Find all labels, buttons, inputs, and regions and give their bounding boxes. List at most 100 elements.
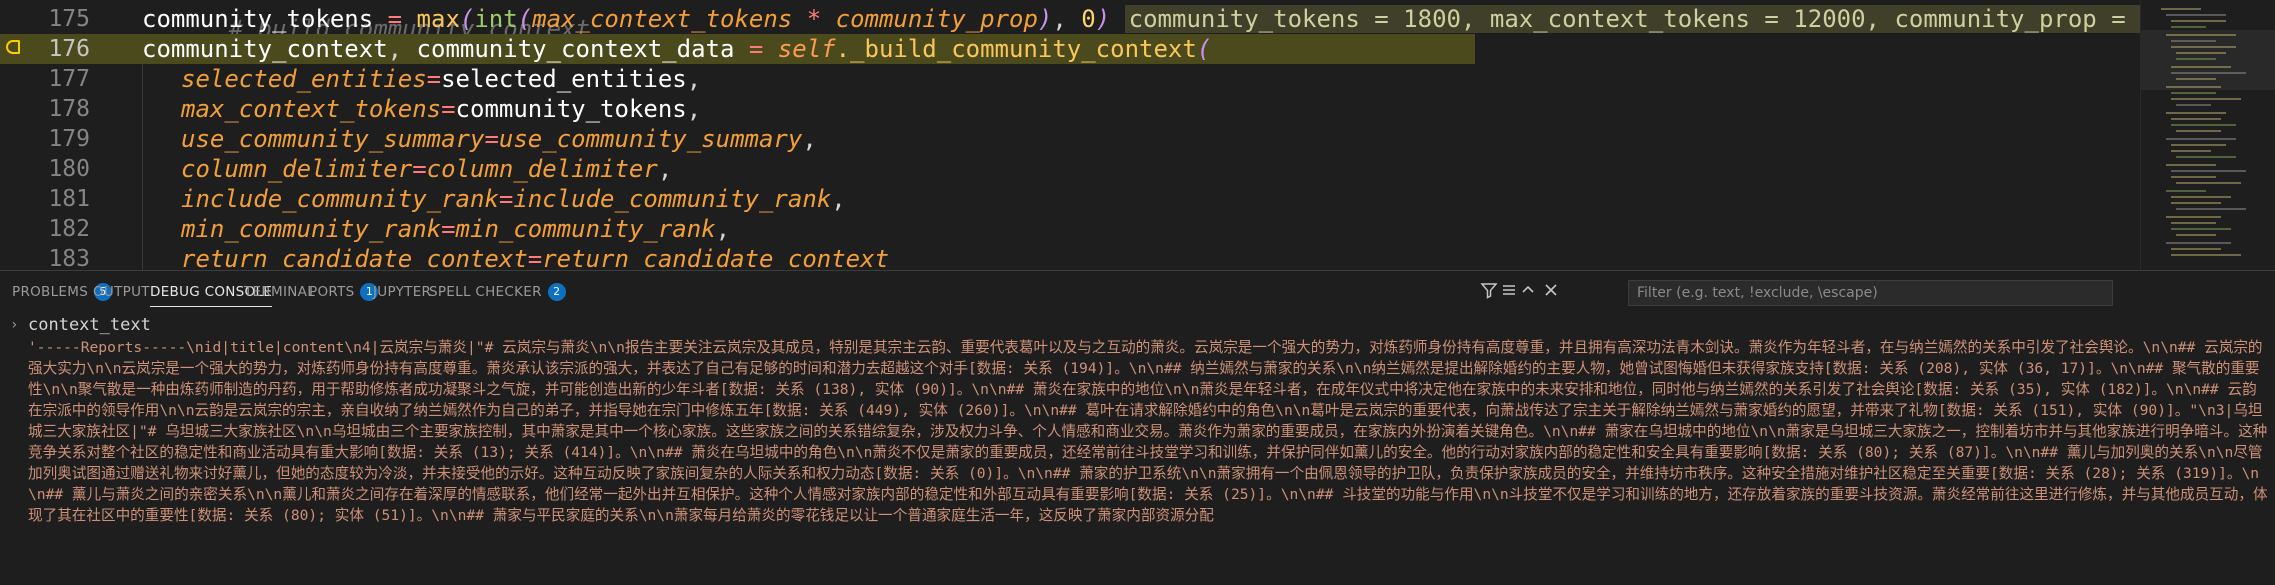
code-line[interactable]: 180 column_delimiter=column_delimiter,	[0, 154, 2140, 184]
minimap-line	[2166, 112, 2226, 114]
code-token: =	[748, 35, 764, 63]
code-token: (	[459, 5, 475, 33]
code-editor[interactable]: # build community context 175 community_…	[0, 0, 2275, 270]
minimap-line	[2171, 144, 2226, 146]
minimap-line	[2171, 228, 2231, 230]
line-number: 181	[48, 186, 90, 212]
code-token: use_community_summary	[181, 125, 485, 153]
code-token: community_context	[142, 35, 388, 63]
code-token: =	[484, 125, 499, 153]
code-token: include_community_rank	[513, 185, 832, 213]
code-token: min_community_rank	[455, 215, 716, 243]
tab-label: OUTPUT	[93, 284, 150, 300]
console-result: '-----Reports-----\nid|title|content\n4|…	[28, 339, 2268, 524]
minimap-line	[2171, 40, 2216, 42]
console-filter-input[interactable]: Filter (e.g. text, !exclude, \escape)	[1628, 280, 2113, 306]
debug-console-output[interactable]: › context_text '-----Reports-----\nid|ti…	[0, 313, 2275, 585]
indent-guide	[142, 154, 143, 184]
minimap-line	[2166, 190, 2206, 192]
minimap-line	[2166, 242, 2231, 244]
line-number: 175	[48, 6, 90, 32]
code-token: 0	[1081, 5, 1096, 33]
indent-guide	[142, 214, 143, 244]
code-token: selected_entities	[441, 65, 687, 93]
tab-spell-checker[interactable]: SPELL CHECKER 2	[429, 271, 566, 313]
code-token: ._build_community_context	[835, 35, 1197, 63]
indent-guide	[142, 94, 143, 124]
code-token: community_tokens	[142, 5, 374, 33]
code-token: selected_entities	[181, 65, 427, 93]
code-line[interactable]: 182 min_community_rank=min_community_ran…	[0, 214, 2140, 244]
code-token: community_prop	[835, 5, 1038, 33]
code-token: =	[387, 5, 403, 33]
tab-label: JUPYTER	[373, 284, 432, 300]
code-token: =	[498, 185, 514, 213]
close-icon[interactable]	[1540, 281, 1562, 303]
minimap-slider[interactable]	[2141, 30, 2275, 90]
tab-label: TERMINAL	[244, 284, 316, 300]
tab-terminal[interactable]: TERMINAL	[244, 271, 315, 313]
code-token: max	[416, 5, 460, 33]
code-token: )	[1037, 5, 1053, 33]
code-token: =	[441, 215, 456, 243]
minimap-line	[2166, 164, 2216, 166]
code-token: include_community_rank	[181, 185, 499, 213]
tab-label: SPELL CHECKER	[429, 284, 542, 300]
minimap-line	[2171, 72, 2246, 74]
minimap-line	[2161, 8, 2201, 10]
code-line[interactable]: 183 return_candidate_context=return_cand…	[0, 244, 2140, 270]
spell-checker-count-badge: 2	[547, 283, 566, 301]
indent-guide	[142, 184, 143, 214]
code-token: =	[426, 65, 442, 93]
input-echo-icon: ›	[10, 317, 19, 333]
tab-ports[interactable]: PORTS 1	[309, 271, 379, 313]
tab-label: PROBLEMS	[12, 284, 89, 300]
line-number: 178	[48, 96, 90, 122]
minimap-line	[2171, 170, 2246, 172]
code-token: (	[1196, 35, 1212, 63]
tab-output[interactable]: OUTPUT	[93, 271, 150, 313]
code-line[interactable]: 179 use_community_summary=use_community_…	[0, 124, 2140, 154]
minimap-line	[2166, 86, 2221, 88]
code-token: use_community_summary	[498, 125, 803, 153]
code-token: max_context_tokens	[181, 95, 442, 123]
current-execution-line[interactable]: 176 community_context, community_context…	[0, 34, 1475, 64]
code-line[interactable]: 178 max_context_tokens=community_tokens,	[0, 94, 2140, 124]
minimap-line	[2176, 58, 2216, 60]
minimap-line	[2166, 216, 2221, 218]
minimap-line	[2171, 150, 2211, 152]
minimap-line	[2176, 156, 2236, 158]
line-number: 183	[48, 246, 90, 270]
minimap-line	[2171, 20, 2226, 22]
tab-jupyter[interactable]: JUPYTER	[373, 271, 431, 313]
code-token: community_tokens	[455, 95, 687, 123]
minimap-line	[2176, 208, 2246, 210]
minimap-line	[2176, 182, 2241, 184]
code-token: )	[1095, 5, 1111, 33]
line-number: 177	[48, 66, 90, 92]
code-token: *	[806, 5, 822, 33]
code-token: return_candidate_context	[181, 245, 528, 270]
indent-guide	[142, 124, 143, 154]
code-token: =	[527, 245, 543, 270]
minimap-line	[2171, 196, 2231, 198]
filter-icon[interactable]	[1478, 281, 1500, 303]
code-token: max_context_tokens	[532, 5, 793, 33]
minimap-line	[2171, 118, 2221, 120]
code-line[interactable]: 177 selected_entities=selected_entities,	[0, 64, 2140, 94]
line-number: 179	[48, 126, 90, 152]
minimap[interactable]	[2140, 0, 2275, 270]
code-token: column_delimiter	[426, 155, 658, 183]
code-token: (	[517, 5, 533, 33]
minimap-line	[2176, 234, 2216, 236]
minimap-line	[2171, 92, 2216, 94]
code-token: column_delimiter	[181, 155, 413, 183]
minimap-line	[2176, 78, 2216, 80]
bottom-panel: PROBLEMS 5 OUTPUT DEBUG CONSOLE TERMINAL …	[0, 270, 2275, 585]
minimap-line	[2176, 52, 2226, 54]
code-token: community_context_data	[416, 35, 735, 63]
code-line[interactable]: 175 community_tokens = max(int(max_conte…	[0, 4, 2173, 34]
chevron-up-icon[interactable]	[1517, 281, 1539, 303]
code-line[interactable]: 181 include_community_rank=include_commu…	[0, 184, 2140, 214]
minimap-line	[2171, 248, 2221, 250]
